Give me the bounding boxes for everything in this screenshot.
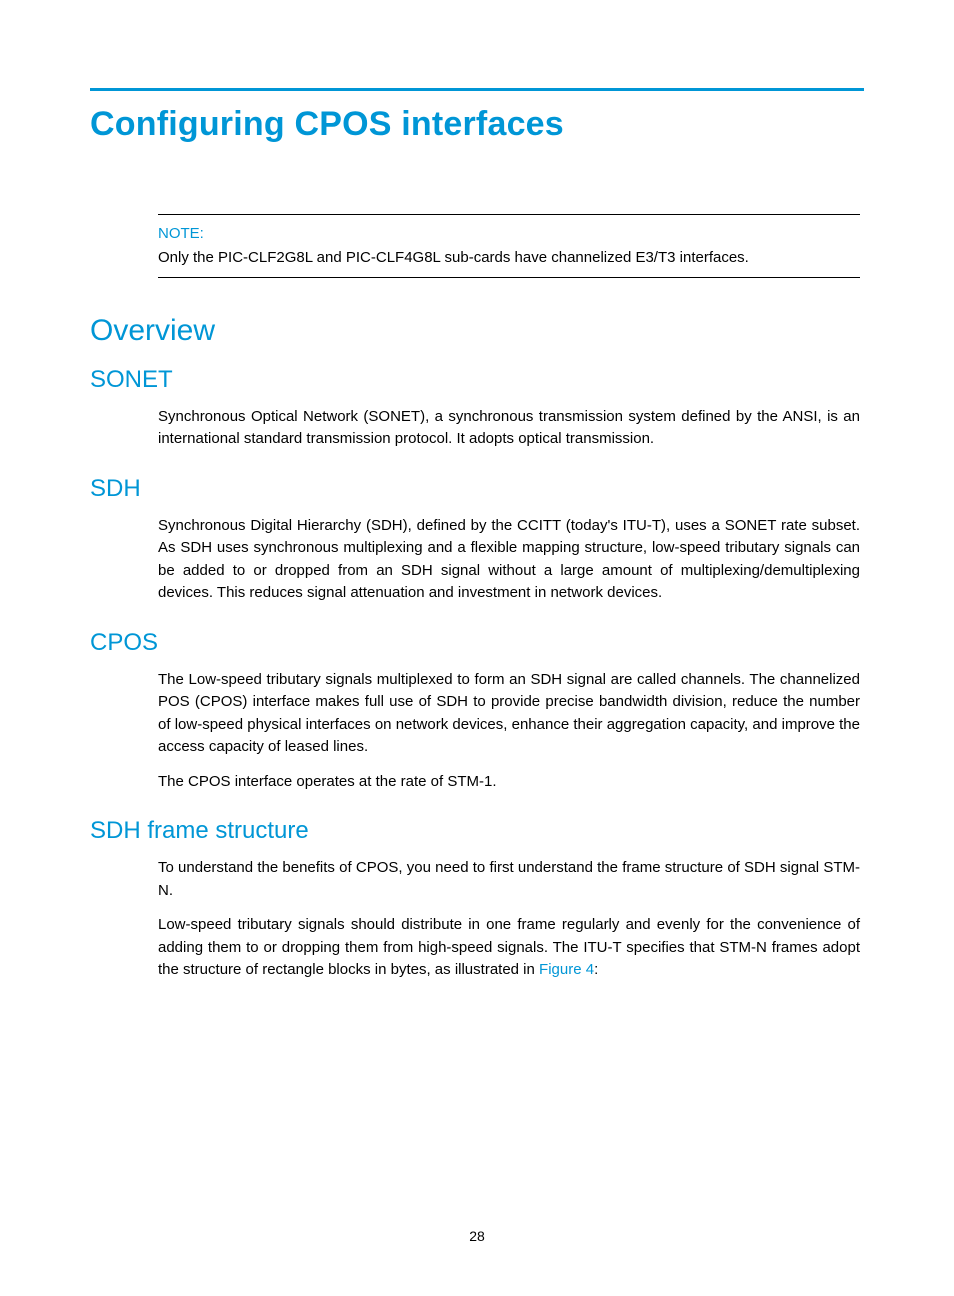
note-box: NOTE: Only the PIC-CLF2G8L and PIC-CLF4G…	[158, 214, 860, 278]
page: Configuring CPOS interfaces NOTE: Only t…	[0, 0, 954, 1296]
overview-heading: Overview	[90, 314, 864, 348]
note-text: Only the PIC-CLF2G8L and PIC-CLF4G8L sub…	[158, 247, 860, 269]
page-number: 28	[0, 1228, 954, 1244]
section-sdh: SDH Synchronous Digital Hierarchy (SDH),…	[90, 475, 864, 605]
figure-4-link[interactable]: Figure 4	[539, 961, 594, 978]
sonet-p1: Synchronous Optical Network (SONET), a s…	[158, 406, 860, 451]
section-sdh-frame: SDH frame structure To understand the be…	[90, 817, 864, 982]
cpos-p2: The CPOS interface operates at the rate …	[158, 771, 860, 794]
sdh-frame-p2-pre: Low-speed tributary signals should distr…	[158, 916, 860, 978]
section-sonet: SONET Synchronous Optical Network (SONET…	[90, 366, 864, 451]
cpos-p1: The Low-speed tributary signals multiple…	[158, 669, 860, 759]
sdh-p1: Synchronous Digital Hierarchy (SDH), def…	[158, 515, 860, 605]
cpos-heading: CPOS	[90, 629, 864, 657]
sonet-heading: SONET	[90, 366, 864, 394]
sdh-frame-p2: Low-speed tributary signals should distr…	[158, 914, 860, 982]
sdh-heading: SDH	[90, 475, 864, 503]
sdh-frame-heading: SDH frame structure	[90, 817, 864, 845]
section-cpos: CPOS The Low-speed tributary signals mul…	[90, 629, 864, 794]
page-title: Configuring CPOS interfaces	[90, 105, 864, 144]
top-rule	[90, 88, 864, 91]
note-label: NOTE:	[158, 225, 860, 242]
sdh-frame-p1: To understand the benefits of CPOS, you …	[158, 857, 860, 902]
sdh-frame-p2-post: :	[594, 961, 598, 978]
